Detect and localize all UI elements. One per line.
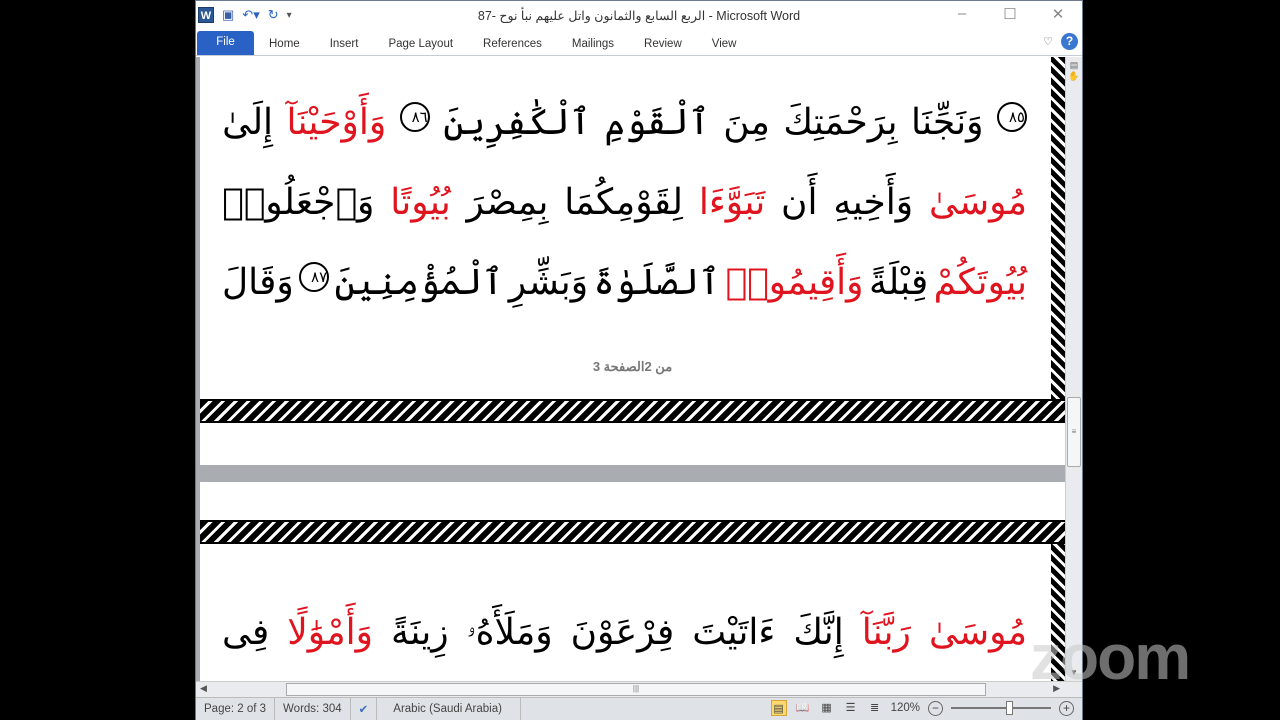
zoom-level[interactable]: 120% [891,702,920,714]
quran-word: ءَاتَيْتَ [692,612,776,653]
tab-references[interactable]: References [468,38,557,55]
pan-icon[interactable]: ✋ [1066,71,1082,82]
quran-word: مُوسَىٰ [928,612,1027,653]
outline-icon[interactable]: ☰ [843,700,859,716]
print-layout-icon[interactable]: ▤ [770,700,787,716]
ruler-toggle-icon[interactable]: ▤ [1066,60,1082,71]
tab-file[interactable]: File [197,31,254,55]
quran-word: بِرَحْمَتِكَ [783,102,898,143]
proofing-icon[interactable]: ✔ [351,698,378,720]
text-line: مُوسَىٰ رَبَّنَآ إِنَّكَ ءَاتَيْتَ فِرْعَوْن… [222,612,1027,654]
quran-word: قِبْلَةً [868,262,929,303]
quran-word: وَأَخِيهِ [833,182,914,223]
quran-word: وَنَجِّنَا [911,102,984,143]
quran-word: بُيُوتًا [390,182,451,223]
quran-word: مُوسَىٰ [928,182,1027,223]
help-icon[interactable]: ? [1061,33,1078,50]
quran-word: أَن [781,182,818,223]
page-footer: 3 من 2الصفحة [592,359,673,374]
text-line: بُيُوتَكُمْ قِبْلَةً وَأَقِيمُوا۟ ٱلصَّلَوٰ… [222,262,1027,303]
quran-word: تَبَوَّءَا [698,182,766,223]
quran-word: وَأَوْحَيْنَآ [286,102,387,143]
document-area[interactable]: ٨٥ وَنَجِّنَا بِرَحْمَتِكَ مِنَ ٱلْقَوْمِ ٱلْ… [196,57,1065,681]
zoom-watermark-logo: zoom [1030,621,1191,693]
draft-icon[interactable]: ≣ [867,700,883,716]
tab-mailings[interactable]: Mailings [557,38,629,55]
page-count[interactable]: Page: 2 of 3 [196,698,276,720]
horizontal-scrollbar[interactable]: ◀ ||| ▶ [196,681,1082,697]
text-line: ٨٥ وَنَجِّنَا بِرَحْمَتِكَ مِنَ ٱلْقَوْمِ ٱلْ… [222,102,1027,143]
quran-word: مِنَ [723,102,770,143]
tab-review[interactable]: Review [629,38,697,55]
language-indicator[interactable]: Arabic (Saudi Arabia) [377,698,521,720]
minimize-icon[interactable]: – [938,5,986,23]
web-layout-icon[interactable]: ▦ [819,700,835,716]
page-2: ٨٥ وَنَجِّنَا بِرَحْمَتِكَ مِنَ ٱلْقَوْمِ ٱلْ… [200,57,1065,465]
maximize-icon[interactable]: ☐ [986,5,1034,23]
tab-view[interactable]: View [697,38,752,55]
scroll-left-icon[interactable]: ◀ [200,683,207,694]
word-window: W ▣ ↶▾ ↻ ▾ الربع السابع والثمانون واتل ع… [195,0,1083,720]
decorative-border-bottom [200,399,1065,423]
zoom-out-icon[interactable]: − [928,700,943,716]
full-screen-reading-icon[interactable]: 📖 [795,700,811,716]
zoom-slider[interactable] [951,701,1051,715]
quran-word: وَٱجْعَلُوا۟ [222,182,375,223]
quran-word: رَبَّنَآ [861,612,911,653]
vertical-scrollbar[interactable]: ▤ ✋ ≡ ▼ [1065,57,1082,681]
page-3: مُوسَىٰ رَبَّنَآ إِنَّكَ ءَاتَيْتَ فِرْعَوْن… [200,482,1065,681]
quran-word: ٱلْقَوْمِ [604,102,710,143]
tab-page-layout[interactable]: Page Layout [373,38,468,55]
vertical-scroll-thumb[interactable]: ≡ [1067,397,1081,467]
quran-word: وَأَمْوَٰلًا [287,612,374,653]
verse-number: ٨٧ [299,262,330,292]
tab-insert[interactable]: Insert [315,38,374,55]
word-count[interactable]: Words: 304 [275,698,351,720]
quran-word: بُيُوتَكُمْ [933,262,1027,303]
status-bar: Page: 2 of 3 Words: 304 ✔ Arabic (Saudi … [196,697,1082,720]
quran-word: ٱلْكَٰفِرِينَ [443,102,591,143]
close-icon[interactable]: ✕ [1034,5,1082,23]
quran-word: وَبَشِّرِ [508,262,589,303]
decorative-border-right [1051,57,1065,401]
quran-word: زِينَةً [391,612,449,653]
decorative-border-top [200,520,1065,544]
quran-word: وَأَقِيمُوا۟ [725,262,864,303]
quran-word: فِرْعَوْنَ [570,612,675,653]
verse-number: ٨٦ [399,102,430,132]
ribbon-tabs: File Home Insert Page Layout References … [196,31,1082,56]
title-bar: W ▣ ↶▾ ↻ ▾ الربع السابع والثمانون واتل ع… [196,1,1082,31]
quran-word: إِنَّكَ [793,612,844,653]
tab-home[interactable]: Home [254,38,315,55]
ribbon-expand-icon[interactable]: ♡ [1043,35,1053,48]
quran-word: فِى [222,612,270,653]
zoom-in-icon[interactable]: + [1059,700,1074,716]
quran-word: إِلَىٰ [222,102,274,143]
quran-word: بِمِصْرَ [466,182,549,223]
quran-word: لِقَوْمِكُمَا [564,182,683,223]
verse-number: ٨٥ [997,102,1027,132]
quran-word: وَمَلَأَهُۥ [466,612,553,653]
text-line: مُوسَىٰ وَأَخِيهِ أَن تَبَوَّءَا لِقَوْمِكُم… [222,182,1027,223]
quran-word: ٱلصَّلَوٰةَ [593,262,721,303]
quran-word: ٱلْمُؤْمِنِينَ [334,262,504,303]
horizontal-scroll-thumb[interactable]: ||| [286,683,986,696]
quran-word: وَقَالَ [222,262,294,303]
